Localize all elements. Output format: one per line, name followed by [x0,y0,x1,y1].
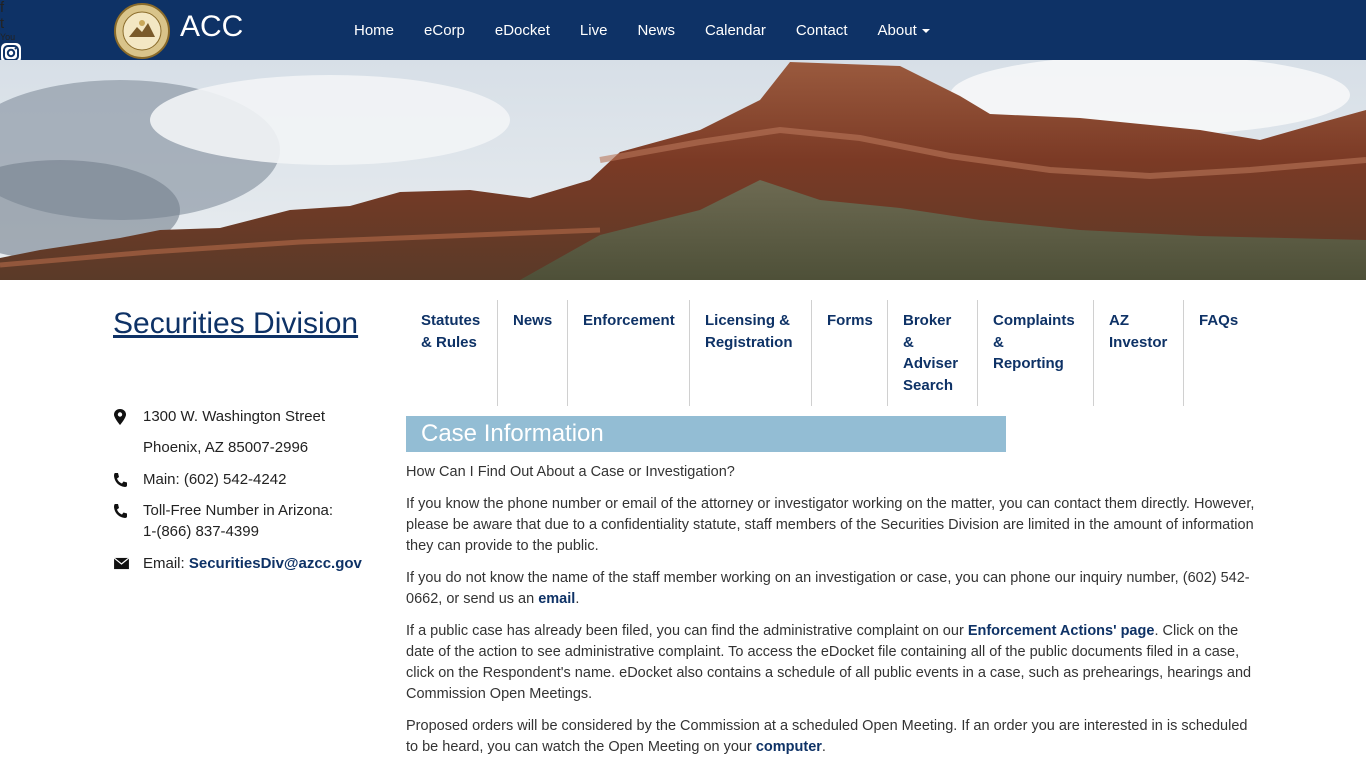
p2-end: . [575,591,580,608]
email-line: Email: SecuritiesDiv@azcc.gov [143,553,362,574]
subnav-licensing-registration[interactable]: Licensing & Registration [690,300,812,406]
subnav-broker-adviser-search[interactable]: Broker & Adviser Search [888,300,978,406]
computer-link[interactable]: computer [756,739,822,755]
nav-news[interactable]: News [622,22,690,39]
phone-icon [114,473,127,487]
division-subnav: Statutes & Rules News Enforcement Licens… [406,300,1256,406]
brand-name[interactable]: ACC [180,10,243,44]
nav-home[interactable]: Home [339,22,409,39]
nav-ecorp[interactable]: eCorp [409,22,480,39]
email-label: Email: [143,555,185,572]
nav-edocket[interactable]: eDocket [480,22,565,39]
phone-icon [114,504,127,518]
chevron-down-icon [921,28,930,33]
paragraph-public-case: If a public case has already been filed,… [406,621,1261,706]
subnav-complaints-reporting[interactable]: Complaints & Reporting [978,300,1094,406]
p2-text: If you do not know the name of the staff… [406,569,1250,608]
envelope-icon [113,557,130,570]
paragraph-inquiry: If you do not know the name of the staff… [406,568,1261,610]
division-title[interactable]: Securities Division [113,307,358,341]
tollfree-label: Toll-Free Number in Arizona: [143,502,334,519]
p4-end: . [821,739,826,756]
subnav-statutes-rules[interactable]: Statutes & Rules [406,300,498,406]
hero-canyon-image [0,60,1366,280]
nav-calendar[interactable]: Calendar [690,22,781,39]
paragraph-contact-directly: If you know the phone number or email of… [406,495,1255,555]
paragraph-open-meeting: Proposed orders will be considered by th… [406,716,1261,758]
subnav-news[interactable]: News [498,300,568,406]
subnav-enforcement[interactable]: Enforcement [568,300,690,406]
p3-text: If a public case has already been filed,… [406,622,968,639]
nav-about[interactable]: About [863,22,945,39]
tollfree-number[interactable]: 1-(866) 837-4399 [143,521,259,542]
nav-about-label: About [877,21,917,39]
address-line-1: 1300 W. Washington Street [143,408,326,425]
p4-text: Proposed orders will be considered by th… [406,718,1248,756]
top-navbar: ACC Home eCorp eDocket Live News Calenda… [0,0,1366,84]
acc-seal-logo[interactable] [113,3,171,59]
case-information-heading-bar: Case Information [406,416,1006,452]
subnav-forms[interactable]: Forms [812,300,888,406]
email-link[interactable]: SecuritiesDiv@azcc.gov [189,555,362,572]
main-phone[interactable]: Main: (602) 542-4242 [143,469,286,490]
email-inline-link[interactable]: email [538,591,575,607]
page-heading: Case Information [421,420,604,447]
enforcement-actions-link[interactable]: Enforcement Actions' page [968,623,1155,639]
nav-live[interactable]: Live [565,22,623,39]
map-marker-icon [114,409,126,425]
main-content: How Can I Find Out About a Case or Inves… [406,462,1261,769]
address-line-2: Phoenix, AZ 85007-2996 [143,439,309,456]
subnav-az-investor[interactable]: AZ Investor [1094,300,1184,406]
main-nav: Home eCorp eDocket Live News Calendar Co… [339,0,945,60]
subnav-faqs[interactable]: FAQs [1184,300,1256,406]
nav-contact[interactable]: Contact [781,22,863,39]
case-question: How Can I Find Out About a Case or Inves… [406,464,735,480]
